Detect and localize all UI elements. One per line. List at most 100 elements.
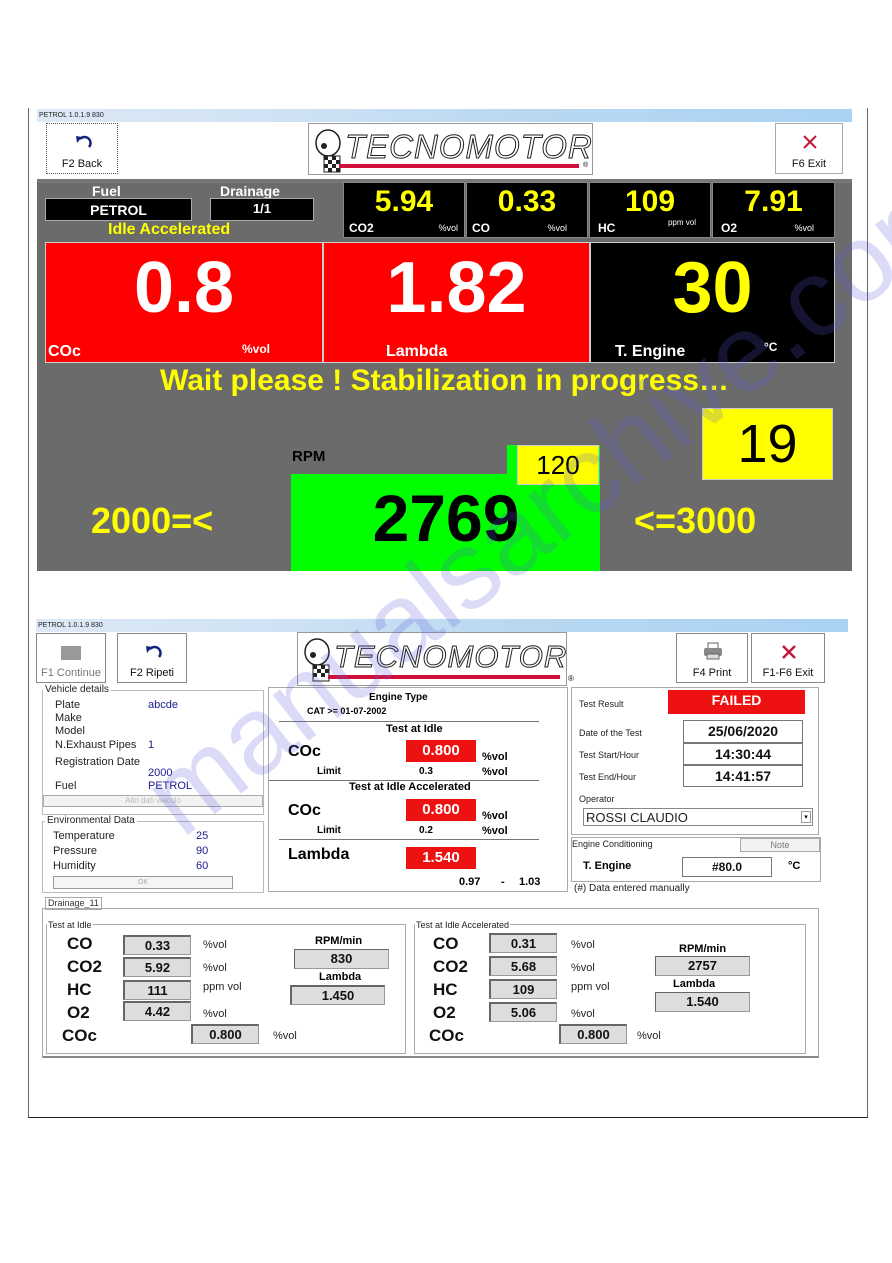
test-start-label: Test Start/Hour — [579, 750, 640, 760]
gas-unit: %vol — [547, 223, 567, 233]
gas-name: HC — [433, 980, 458, 999]
pressure-value: 90 — [196, 845, 209, 857]
make-label: Make — [55, 712, 82, 724]
test-result-value: FAILED — [668, 690, 805, 714]
engine-temp-unit: °C — [764, 340, 778, 354]
lambda-readout: 1.82 Lambda — [323, 242, 590, 363]
rpm-min: 2000=< — [91, 500, 214, 541]
gas-name: CO2 — [349, 221, 374, 235]
idle-test-title: Test at Idle — [386, 723, 443, 735]
gas-unit: ppm vol — [203, 981, 242, 993]
lambda-min: 0.97 — [459, 876, 481, 888]
plate-label: Plate — [55, 699, 81, 711]
test-result-label: Test Result — [579, 699, 624, 709]
exit-button[interactable]: F6 Exit — [775, 123, 843, 174]
idle-co2-value: 5.92 — [123, 957, 191, 977]
idle-test-legend: Test at Idle — [47, 920, 93, 930]
coc-label: COc — [48, 343, 81, 360]
drainage-value: 1/1 — [210, 198, 314, 221]
temperature-label: Temperature — [53, 830, 115, 842]
divider — [279, 721, 539, 722]
exit-button[interactable]: F1-F6 Exit — [751, 633, 825, 683]
test-end-value: 14:41:57 — [683, 765, 803, 787]
lambda-label: Lambda — [288, 846, 350, 863]
gas-unit: %vol — [273, 1030, 297, 1042]
gas-unit: %vol — [571, 962, 595, 974]
engine-temp-value: 30 — [672, 248, 753, 328]
gas-name: CO — [433, 934, 459, 953]
idle-o2-value: 4.42 — [123, 1001, 191, 1021]
continue-button-label: F1 Continue — [41, 667, 101, 679]
exit-button-label: F6 Exit — [791, 158, 827, 170]
registered-mark: ® — [568, 674, 574, 683]
idle-limit-label: Limit — [317, 766, 341, 777]
drainage-label: Drainage — [220, 183, 280, 199]
logo-stripe — [339, 164, 579, 168]
fuel-label: Fuel — [55, 780, 77, 792]
operator-select[interactable]: ROSSI CLAUDIO ▾ — [583, 808, 813, 826]
idle-limit-unit: %vol — [482, 766, 508, 778]
gas-unit: %vol — [794, 223, 814, 233]
manual-data-footnote: (#) Data entered manually — [574, 883, 690, 894]
lambda-max: 1.03 — [519, 876, 541, 888]
test-start-value: 14:30:44 — [683, 743, 803, 765]
humidity-value: 60 — [196, 860, 209, 872]
accel-coc-label: COc — [288, 802, 321, 819]
gas-unit: ppm vol — [571, 981, 610, 993]
dropdown-arrow-icon[interactable]: ▾ — [801, 811, 811, 823]
test-date-label: Date of the Test — [579, 728, 642, 738]
screenshot-stabilization: PETROL 1.0.1.9 830 F2 Back TECNOMOTOR ® … — [37, 109, 852, 571]
accel-co2-value: 5.68 — [489, 956, 557, 976]
print-button-label: F4 Print — [692, 667, 732, 679]
undo-arrow-icon — [76, 135, 92, 148]
gas-value: 7.91 — [744, 185, 803, 218]
gas-value: 109 — [624, 185, 676, 218]
close-x-icon — [803, 135, 817, 149]
gas-unit: %vol — [571, 1008, 595, 1020]
print-button[interactable]: F4 Print — [676, 633, 748, 683]
repeat-button[interactable]: F2 Ripeti — [117, 633, 187, 683]
vehicle-details-legend: Vehicle details — [43, 684, 111, 695]
accel-hc-value: 109 — [489, 979, 557, 999]
rpm-label: RPM — [292, 448, 326, 465]
gas-name: O2 — [67, 1003, 90, 1022]
idle-lambda-label: Lambda — [319, 971, 362, 983]
gas-unit: %vol — [203, 1008, 227, 1020]
engine-temp-label: T. Engine — [615, 343, 686, 360]
accel-lambda-value: 1.540 — [655, 992, 750, 1012]
engine-temp-unit: °C — [788, 860, 801, 872]
gas-readout-o2: 7.91 O2 %vol — [712, 182, 835, 238]
back-button[interactable]: F2 Back — [46, 123, 118, 174]
rpm-delta-box: 120 — [517, 445, 599, 485]
fuel-value: PETROL — [45, 198, 192, 221]
close-x-icon — [782, 645, 796, 659]
continue-icon — [61, 646, 81, 660]
lambda-value: 1.540 — [406, 847, 476, 869]
coc-unit: %vol — [242, 342, 271, 356]
environment-ok-button[interactable]: OK — [53, 876, 233, 889]
gas-name: CO2 — [67, 957, 102, 976]
lambda-value: 1.82 — [386, 248, 527, 328]
gas-name: O2 — [721, 221, 738, 235]
limits-panel: Engine Type CAT >= 01-07-2002 Test at Id… — [268, 687, 568, 892]
idle-co-value: 0.33 — [123, 935, 191, 955]
lambda-label: Lambda — [386, 343, 448, 360]
accel-limit-unit: %vol — [482, 825, 508, 837]
exit-button-label: F1-F6 Exit — [762, 667, 814, 679]
fuel-label: Fuel — [92, 183, 121, 199]
idle-test-group: Test at Idle CO 0.33 %vol CO2 5.92 %vol … — [46, 920, 406, 1054]
engine-conditioning-panel: Engine Conditioning Note T. Engine #80.0… — [571, 837, 821, 882]
gas-unit: %vol — [203, 962, 227, 974]
note-button[interactable]: Note — [740, 838, 820, 852]
operator-value: ROSSI CLAUDIO — [586, 810, 688, 825]
gas-name: HC — [67, 980, 92, 999]
gas-unit: %vol — [637, 1030, 661, 1042]
tecnomotor-logo: TECNOMOTOR ® — [308, 123, 593, 175]
continue-button[interactable]: F1 Continue — [36, 633, 106, 683]
idle-coc-value: 0.800 — [406, 740, 476, 762]
more-vehicle-data-button[interactable]: Altri dati veicolo — [43, 795, 263, 807]
gas-name: HC — [598, 221, 616, 235]
engine-temp-value: #80.0 — [682, 857, 772, 877]
coc-value: 0.8 — [133, 248, 235, 328]
window-titlebar: PETROL 1.0.1.9 830 — [37, 109, 852, 122]
